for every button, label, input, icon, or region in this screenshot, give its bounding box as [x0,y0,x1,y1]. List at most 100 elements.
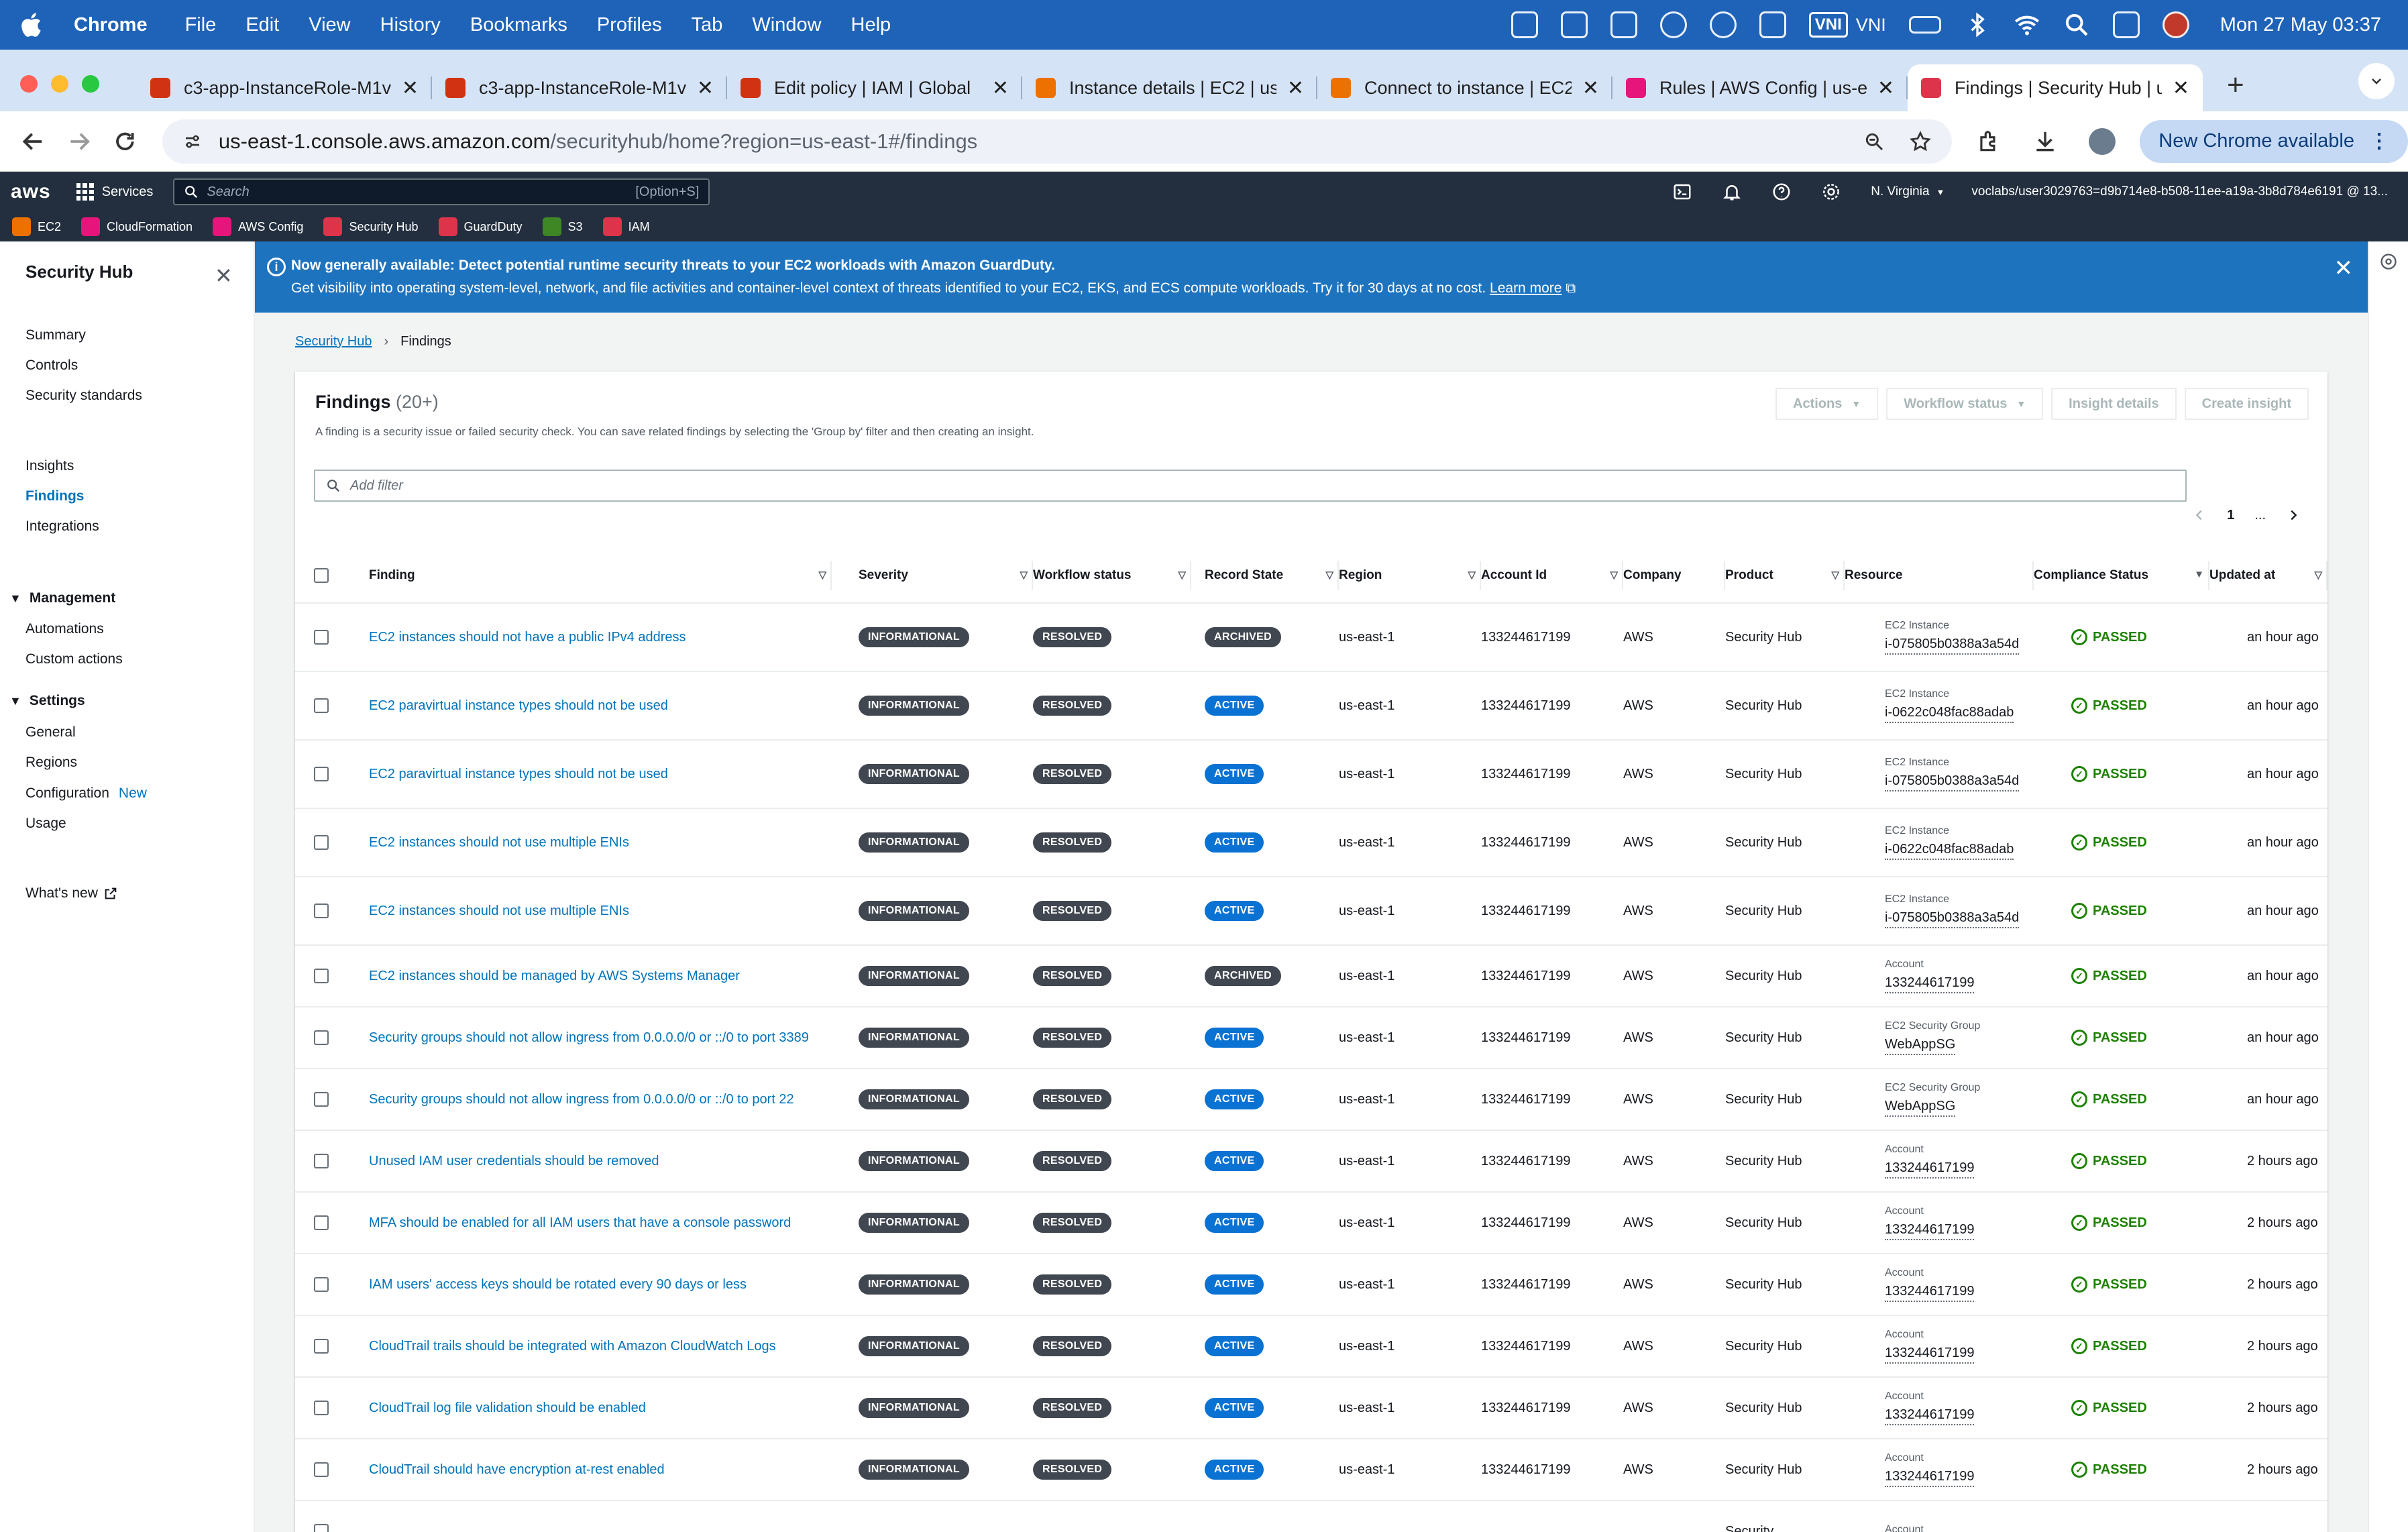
sidebar-item-controls[interactable]: Controls [25,358,78,374]
browser-tab[interactable]: Rules | AWS Config | us-eas ✕ [1612,64,1908,111]
control-center-icon[interactable] [2112,11,2140,38]
actions-button[interactable]: Actions ▼ [1775,388,1879,420]
table-row[interactable]: Security Account [295,1501,2328,1532]
forward-arrow-icon[interactable] [66,128,93,155]
table-row[interactable]: EC2 instances should not use multiple EN… [295,877,2328,946]
download-icon[interactable] [2032,129,2058,154]
apple-icon[interactable] [17,10,47,40]
row-checkbox[interactable] [314,1030,329,1045]
resource-id-link[interactable]: 133244617199 [1885,1405,1975,1425]
browser-tab[interactable]: Edit policy | IAM | Global ✕ [727,64,1022,111]
browser-tab[interactable]: Instance details | EC2 | us-e ✕ [1022,64,1317,111]
help-icon[interactable] [1771,182,1792,202]
resource-id-link[interactable]: i-0622c048fac88adab [1885,840,2014,860]
column-header-workflow[interactable]: Workflow status ▽ [1033,547,1191,604]
finding-link[interactable]: EC2 instances should not use multiple EN… [369,833,812,853]
menu-app-name[interactable]: Chrome [74,14,148,36]
sidebar-group-management[interactable]: ▼ Management [9,590,115,606]
play-icon[interactable] [1709,11,1737,38]
sidebar-item-insights[interactable]: Insights [25,458,74,474]
menu-history[interactable]: History [380,14,441,36]
row-checkbox[interactable] [314,630,329,645]
close-window-button[interactable] [20,75,38,93]
cloudshell-icon[interactable] [1672,182,1692,202]
aws-search-input[interactable]: Search [Option+S] [173,178,710,205]
input-method[interactable]: VNI VNI [1808,12,1886,38]
resource-id-link[interactable]: 133244617199 [1885,1220,1975,1240]
row-checkbox[interactable] [314,698,329,713]
resource-id-link[interactable]: i-075805b0388a3a54d [1885,635,2020,655]
sidebar-item-custom-actions[interactable]: Custom actions [25,651,123,667]
resource-id-link[interactable]: 133244617199 [1885,1158,1975,1179]
region-selector[interactable]: N. Virginia ▼ [1871,184,1945,199]
column-header-account[interactable]: Account Id ▽ [1481,547,1623,604]
favorite-iam[interactable]: IAM [602,217,650,236]
column-header-resource[interactable]: Resource [1845,547,2034,604]
table-row[interactable]: CloudTrail log file validation should be… [295,1378,2328,1439]
column-header-compliance[interactable]: Compliance Status ▼ [2034,547,2209,604]
row-checkbox[interactable] [314,835,329,850]
table-row[interactable]: CloudTrail trails should be integrated w… [295,1316,2328,1378]
favorite-ec2[interactable]: EC2 [12,217,61,236]
row-checkbox[interactable] [314,969,329,983]
finding-link[interactable]: CloudTrail log file validation should be… [369,1399,812,1418]
menu-file[interactable]: File [185,14,217,36]
close-sidebar-icon[interactable]: ✕ [215,263,233,288]
account-menu[interactable]: voclabs/user3029763=d9b714e8-b508-11ee-a… [1971,184,2388,199]
sidebar-item-regions[interactable]: Regions [25,755,77,771]
resource-id-link[interactable]: i-0622c048fac88adab [1885,703,2014,723]
finding-link[interactable]: Security groups should not allow ingress… [369,1090,812,1109]
services-menu-button[interactable]: Services [76,183,153,201]
breadcrumb-security-hub[interactable]: Security Hub [295,334,372,349]
column-header-updated[interactable]: Updated at ▽ [2209,547,2328,604]
workflow-status-button[interactable]: Workflow status ▼ [1886,388,2044,420]
zoom-icon[interactable] [1863,131,1885,152]
column-header-severity[interactable]: Severity ▽ [859,547,1033,604]
finding-link[interactable]: EC2 paravirtual instance types should no… [369,765,812,784]
sidebar-item-security-standards[interactable]: Security standards [25,388,142,404]
table-row[interactable]: EC2 paravirtual instance types should no… [295,672,2328,741]
finding-link[interactable]: IAM users' access keys should be rotated… [369,1275,812,1295]
table-row[interactable]: Security groups should not allow ingress… [295,1007,2328,1069]
profile-avatar[interactable] [2089,127,2116,155]
close-tab-icon[interactable]: ✕ [1582,76,1599,100]
finding-link[interactable]: EC2 instances should be managed by AWS S… [369,967,812,986]
menu-window[interactable]: Window [752,14,821,36]
row-checkbox[interactable] [314,1092,329,1107]
finding-link[interactable]: EC2 instances should not have a public I… [369,628,812,647]
gear-icon[interactable] [1821,182,1841,202]
chevron-right-icon[interactable] [2286,508,2301,523]
resource-id-link[interactable]: 133244617199 [1885,1467,1975,1487]
new-chrome-available-button[interactable]: New Chrome available ⋮ [2140,119,2408,163]
table-row[interactable]: EC2 instances should be managed by AWS S… [295,946,2328,1007]
aws-logo[interactable]: aws [11,180,51,203]
user-avatar-icon[interactable] [2162,11,2189,38]
favorite-security-hub[interactable]: Security Hub [323,217,419,236]
wifi-icon[interactable] [2014,11,2040,38]
table-row[interactable]: EC2 instances should not have a public I… [295,604,2328,672]
browser-tab[interactable]: Findings | Security Hub | us ✕ [1908,64,2203,111]
row-checkbox[interactable] [314,1524,329,1532]
finding-link[interactable]: EC2 instances should not use multiple EN… [369,901,812,921]
close-tab-icon[interactable]: ✕ [402,76,419,100]
close-tab-icon[interactable]: ✕ [1287,76,1304,100]
row-checkbox[interactable] [314,1277,329,1292]
minimize-window-button[interactable] [51,75,68,93]
zoom-window-button[interactable] [82,75,99,93]
table-row[interactable]: IAM users' access keys should be rotated… [295,1254,2328,1316]
row-checkbox[interactable] [314,1339,329,1354]
menu-tab[interactable]: Tab [692,14,723,36]
reload-icon[interactable] [112,128,138,155]
column-header-record[interactable]: Record State ▽ [1205,547,1339,604]
sidebar-item-summary[interactable]: Summary [25,327,86,343]
column-header-finding[interactable]: Finding ▽ [369,547,832,604]
window-layout-icon[interactable] [1560,11,1588,38]
create-insight-button[interactable]: Create insight [2184,388,2309,420]
favorite-aws-config[interactable]: AWS Config [213,217,303,236]
table-row[interactable]: EC2 paravirtual instance types should no… [295,741,2328,809]
row-checkbox[interactable] [314,767,329,781]
table-row[interactable]: MFA should be enabled for all IAM users … [295,1193,2328,1254]
row-checkbox[interactable] [314,1215,329,1230]
row-checkbox[interactable] [314,904,329,918]
menu-help[interactable]: Help [851,14,891,36]
